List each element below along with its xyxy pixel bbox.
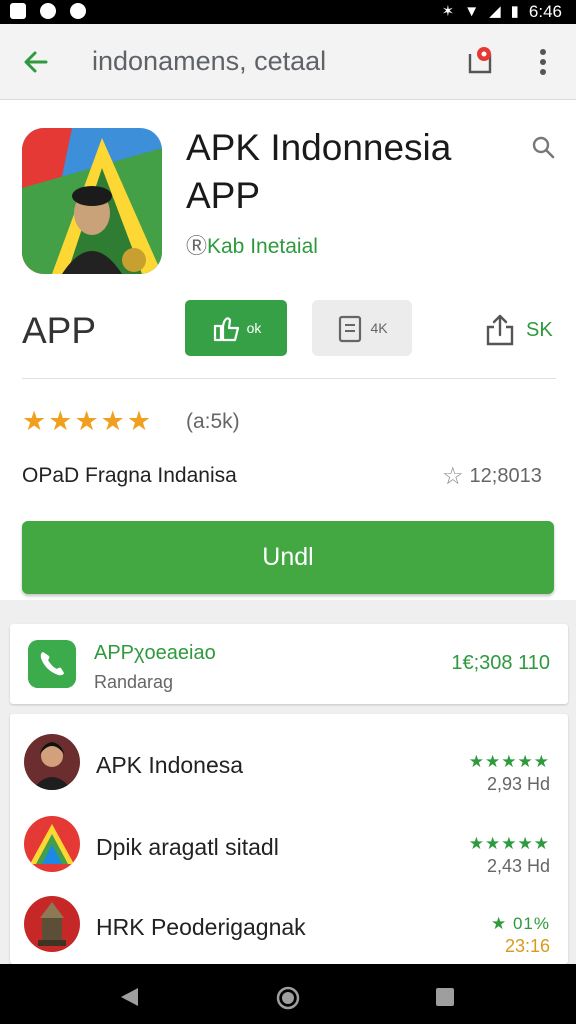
avatar [24, 896, 80, 952]
featured-app-subtitle: Randarag [94, 672, 174, 692]
developer-link[interactable]: ⓇKab Inetaial [186, 230, 318, 260]
rating-stars: ★ ★ ★ ★ ★ [22, 406, 151, 436]
developer-name: Kab Inetaial [207, 235, 318, 258]
list-item[interactable]: APK Indonesa ★★★★★ 2,93 Hd [10, 722, 568, 802]
developer-badge-icon: Ⓡ [186, 235, 207, 258]
install-count: ok [246, 320, 262, 336]
list-item[interactable]: Dpik aragatl sitadl ★★★★★ 2,43 Hd [10, 804, 568, 884]
camera-notification-icon [40, 3, 56, 19]
phone-icon [28, 640, 76, 688]
status-time: 6:46 [528, 2, 562, 21]
list-item-stars: ★★★★★ [468, 752, 550, 771]
battery-icon: ▮ [510, 3, 519, 20]
share-label: SK [526, 318, 553, 341]
star-icon: ★ [74, 406, 99, 436]
app-category-label: APP [22, 310, 97, 351]
star-icon: ★ [126, 406, 152, 436]
install-button[interactable]: ok [185, 300, 287, 356]
shop-icon[interactable] [462, 44, 498, 80]
list-item-name: HRK Peoderigagnak [96, 914, 306, 940]
wishlist-button[interactable]: 4K [312, 300, 412, 356]
back-arrow-icon[interactable] [20, 46, 52, 78]
star-icon: ★ [100, 406, 125, 436]
list-item-stars: ★★★★★ [468, 834, 550, 853]
meta-date-value: 12;8013 [469, 465, 542, 487]
app-details: APK Indonnesia APP ⓇKab Inetaial APP ok … [0, 100, 576, 600]
list-item-count: 2,43 Hd [486, 856, 550, 876]
system-nav-bar [0, 964, 576, 1024]
related-apps-card: APK Indonesa ★★★★★ 2,93 Hd Dpik aragatl … [10, 714, 568, 964]
star-icon: ★ [22, 406, 47, 436]
app-title: APK Indonnesia APP [186, 127, 452, 216]
search-icon[interactable] [530, 134, 556, 160]
app-meta-text: OPaD Fragna Indanisa [22, 464, 237, 487]
share-button[interactable]: SK [484, 310, 553, 350]
app-meta-date: ☆ 12;8013 [442, 462, 542, 491]
list-item-stars: ★ 01% [491, 914, 550, 933]
list-item-count: 23:16 [504, 936, 550, 956]
avatar [24, 734, 80, 790]
avatar [24, 816, 80, 872]
rating-count: (a:5k) [186, 410, 240, 433]
signal-icon: ◢ [489, 3, 501, 20]
list-item[interactable]: HRK Peoderigagnak ★ 01% 23:16 [10, 884, 568, 964]
wifi-icon: ▼ [464, 3, 480, 20]
featured-app-title: APPχoeaeiao [94, 642, 216, 664]
recents-nav-icon[interactable] [434, 986, 456, 1008]
featured-app-card[interactable]: APPχoeaeiao Randarag 1€;308 110 [10, 624, 568, 704]
search-query-title[interactable]: indonamens, cetaal [92, 46, 326, 77]
app-icon[interactable] [22, 128, 162, 274]
back-nav-icon[interactable] [118, 986, 140, 1008]
thumbs-up-icon [213, 317, 239, 342]
sync-icon [70, 3, 86, 19]
list-item-name: Dpik aragatl sitadl [96, 834, 279, 860]
more-vert-icon[interactable] [528, 42, 558, 82]
wishlist-count: 4K [370, 320, 388, 336]
wishlist-icon [339, 315, 362, 343]
app-bar: indonamens, cetaal [0, 24, 576, 100]
list-item-name: APK Indonesa [96, 752, 244, 778]
star-icon: ★ [48, 406, 73, 436]
featured-app-price: 1€;308 110 [451, 652, 550, 674]
home-nav-icon[interactable] [276, 986, 300, 1010]
bluetooth-icon: ✶ [441, 3, 455, 20]
list-item-count: 2,93 Hd [486, 774, 550, 794]
star-outline-icon: ☆ [442, 463, 464, 490]
notification-icon [10, 3, 26, 19]
divider [22, 378, 556, 379]
share-icon [486, 314, 514, 346]
status-bar: ✶ ▼ ◢ ▮ 6:46 [0, 0, 576, 24]
open-button[interactable]: Undl [22, 521, 554, 594]
